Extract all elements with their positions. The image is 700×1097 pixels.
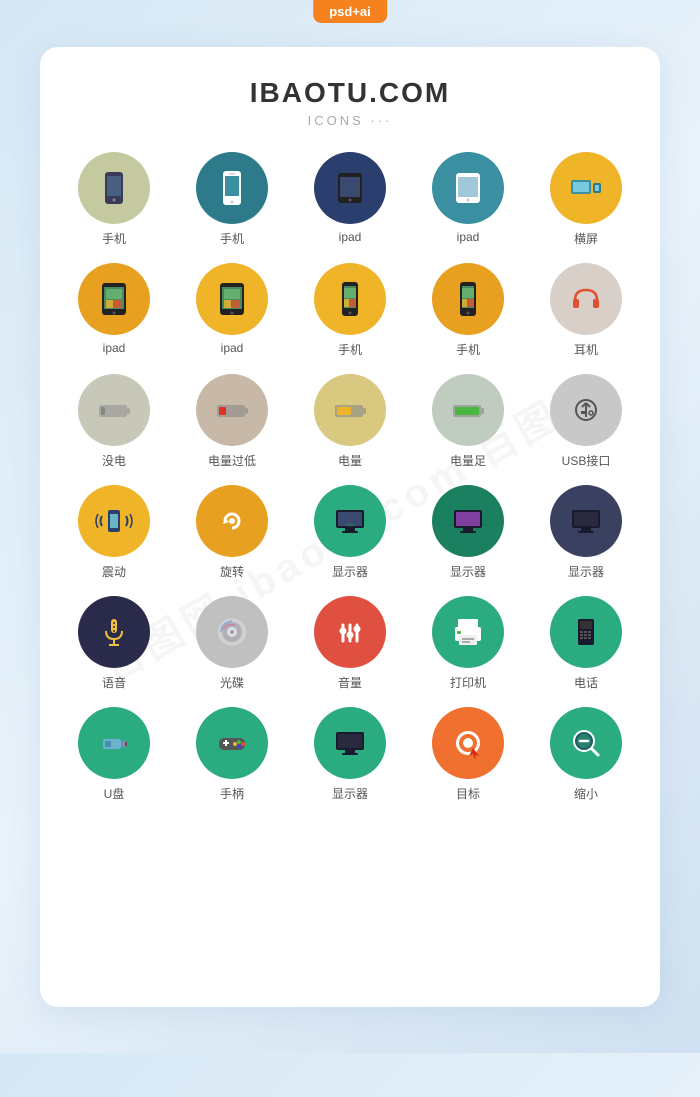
icon-label: ipad <box>103 341 126 355</box>
icon-label: 电量足 <box>450 452 486 469</box>
icon-label: 电话 <box>574 674 598 691</box>
icon-item: 打印机 <box>414 596 522 691</box>
icon-label: 显示器 <box>450 563 486 580</box>
icon-label: ipad <box>457 230 480 244</box>
icon-item: 手机 <box>414 263 522 358</box>
main-card: 百图网 ibaotu.com 百图网 IBAOTU.COM ICONS ··· … <box>40 47 660 1007</box>
icon-item: 音量 <box>296 596 404 691</box>
icon-label: 显示器 <box>568 563 604 580</box>
icon-label: 电量 <box>338 452 362 469</box>
icon-label: 语音 <box>102 674 126 691</box>
icon-item: 电量 <box>296 374 404 469</box>
card-title: IBAOTU.COM <box>250 77 450 109</box>
icon-label: 缩小 <box>574 785 598 802</box>
icon-item: 手机 <box>60 152 168 247</box>
icon-label: 手机 <box>338 341 362 358</box>
icon-item: 电话 <box>532 596 640 691</box>
icon-item: 显示器 <box>296 707 404 802</box>
icon-item: ipad <box>178 263 286 358</box>
icon-item: ipad <box>414 152 522 247</box>
top-badge: psd+ai <box>313 0 387 23</box>
icon-label: 音量 <box>338 674 362 691</box>
icon-label: 手机 <box>102 230 126 247</box>
icon-item: 耳机 <box>532 263 640 358</box>
icon-item: ipad <box>60 263 168 358</box>
icon-item: 语音 <box>60 596 168 691</box>
icon-label: 目标 <box>456 785 480 802</box>
icon-item: U盘 <box>60 707 168 802</box>
icon-item: 手机 <box>296 263 404 358</box>
icon-item: 手柄 <box>178 707 286 802</box>
icon-item: 电量足 <box>414 374 522 469</box>
icon-label: 旋转 <box>220 563 244 580</box>
icon-label: U盘 <box>104 785 125 802</box>
card-subtitle: ICONS ··· <box>308 113 393 128</box>
icon-label: 电量过低 <box>208 452 256 469</box>
icon-item: 电量过低 <box>178 374 286 469</box>
icon-item: 横屏 <box>532 152 640 247</box>
icon-label: 光碟 <box>220 674 244 691</box>
icon-label: 手机 <box>220 230 244 247</box>
icon-item: 显示器 <box>532 485 640 580</box>
icon-label: 没电 <box>102 452 126 469</box>
icon-label: ipad <box>221 341 244 355</box>
icons-grid: 手机 手机 ipad <box>60 152 640 802</box>
icon-label: 手机 <box>456 341 480 358</box>
icon-item: 显示器 <box>296 485 404 580</box>
icon-item: 光碟 <box>178 596 286 691</box>
icon-label: 显示器 <box>332 785 368 802</box>
icon-label: 震动 <box>102 563 126 580</box>
icon-item: 手机 <box>178 152 286 247</box>
icon-label: 显示器 <box>332 563 368 580</box>
icon-item: ipad <box>296 152 404 247</box>
icon-item: 缩小 <box>532 707 640 802</box>
icon-label: 手柄 <box>220 785 244 802</box>
icon-item: 震动 <box>60 485 168 580</box>
icon-label: 横屏 <box>574 230 598 247</box>
icon-item: 旋转 <box>178 485 286 580</box>
icon-label: 打印机 <box>450 674 486 691</box>
icon-item: 显示器 <box>414 485 522 580</box>
icon-label: USB接口 <box>562 452 611 469</box>
icon-item: 目标 <box>414 707 522 802</box>
icon-item: USB接口 <box>532 374 640 469</box>
icon-label: ipad <box>339 230 362 244</box>
icon-label: 耳机 <box>574 341 598 358</box>
icon-item: 没电 <box>60 374 168 469</box>
